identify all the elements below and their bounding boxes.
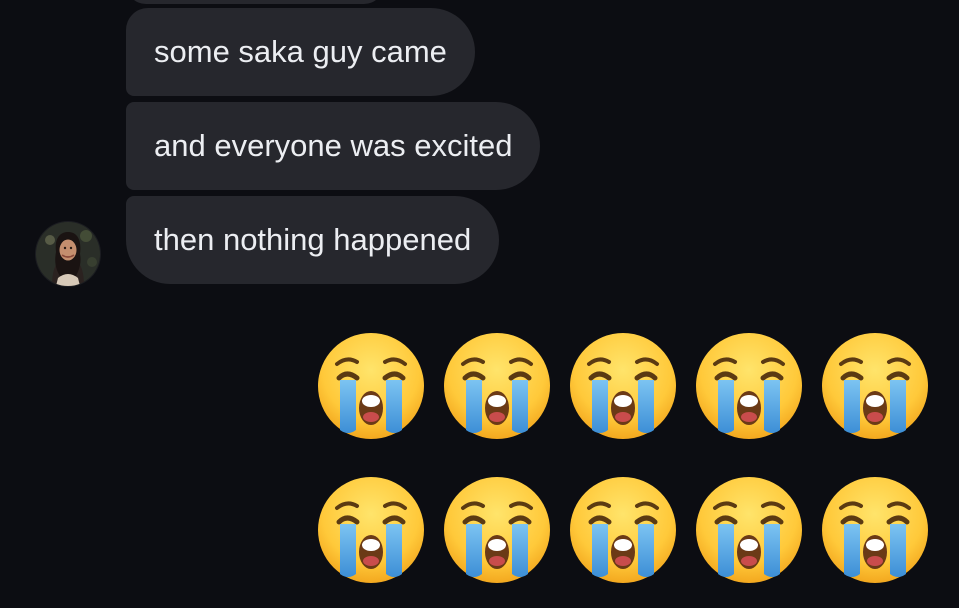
message-text: and everyone was excited xyxy=(154,128,513,163)
loudly-crying-face-icon[interactable] xyxy=(567,330,679,442)
loudly-crying-face-icon[interactable] xyxy=(441,330,553,442)
loudly-crying-face-icon[interactable] xyxy=(693,474,805,586)
emoji-reply-row xyxy=(315,474,931,586)
loudly-crying-face-icon[interactable] xyxy=(819,474,931,586)
emoji-reply-row xyxy=(315,330,931,442)
avatar[interactable] xyxy=(36,222,100,286)
message-text: then nothing happened xyxy=(154,222,472,257)
loudly-crying-face-icon[interactable] xyxy=(819,330,931,442)
loudly-crying-face-icon[interactable] xyxy=(441,474,553,586)
message-bubble[interactable]: and everyone was excited xyxy=(126,102,541,190)
message-bubble[interactable]: some saka guy came xyxy=(126,8,475,96)
chat-thread: some saka guy came and everyone was exci… xyxy=(0,0,959,608)
loudly-crying-face-icon[interactable] xyxy=(315,330,427,442)
loudly-crying-face-icon[interactable] xyxy=(567,474,679,586)
loudly-crying-face-icon[interactable] xyxy=(693,330,805,442)
loudly-crying-face-icon[interactable] xyxy=(315,474,427,586)
message-text: some saka guy came xyxy=(154,34,447,69)
message-bubble[interactable]: then nothing happened xyxy=(126,196,500,284)
previous-message-bubble[interactable] xyxy=(126,0,384,4)
